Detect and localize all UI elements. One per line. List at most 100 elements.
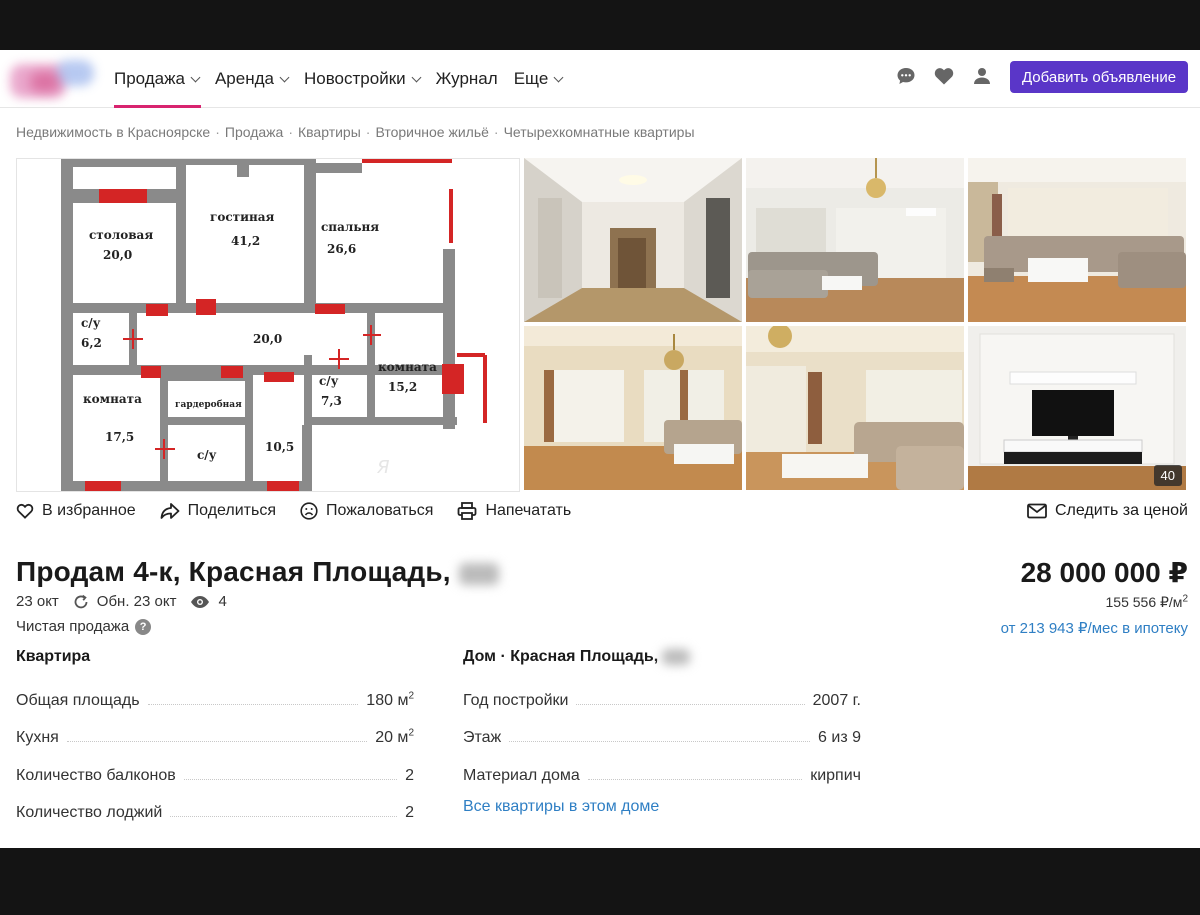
spec-row: Количество балконов 2 [16,747,414,785]
room-label: комната [83,392,142,406]
print-button[interactable]: Напечатать [457,502,571,520]
room-label: с/у [319,374,339,388]
room-area: 20,0 [103,248,132,262]
add-listing-button[interactable]: Добавить объявление [1010,61,1188,93]
chevron-down-icon [411,72,422,82]
spec-label: Этаж [463,729,502,746]
floorplan-image[interactable]: столовая 20,0 гостиная 41,2 спальня 26,6… [16,158,520,492]
follow-price-button[interactable]: Следить за ценой [1027,502,1188,520]
listing-title-text: Продам 4-к, Красная Площадь, [16,556,451,587]
spec-row: Год постройки 2007 г. [463,672,861,710]
printer-icon [458,502,477,520]
breadcrumb-item[interactable]: Вторичное жильё [375,124,488,140]
room-label: гардеробная [175,399,242,410]
bottom-letterbox [0,848,1200,915]
spec-label: Материал дома [463,766,580,784]
photo-thumbnail-tv[interactable]: 40 [968,326,1186,490]
report-button[interactable]: Пожаловаться [300,502,433,520]
listing-page: Продажа Аренда Новостройки Журнал Еще До… [0,50,1200,848]
share-button[interactable]: Поделиться [160,502,276,520]
heart-icon[interactable] [934,66,954,86]
spec-value: кирпич [810,766,861,784]
photo-gallery: столовая 20,0 гостиная 41,2 спальня 26,6… [16,158,1188,492]
room-area: 7,3 [321,394,342,408]
chevron-down-icon [553,72,564,82]
photo-thumbnail-hall[interactable] [524,326,742,490]
breadcrumb-item[interactable]: Четырехкомнатные квартиры [504,124,695,140]
room-area: 15,2 [388,380,417,394]
house-specs: Дом · Красная Площадь, Год постройки 2007… [463,648,861,816]
follow-price-label: Следить за ценой [1054,502,1188,519]
redacted-house-address [662,648,691,665]
room-label: спальня [321,220,379,234]
heart-outline-icon [16,503,34,519]
spec-label: Количество балконов [16,766,176,784]
room-area: 20,0 [253,332,282,346]
share-label: Поделиться [187,502,276,519]
user-icon[interactable] [972,66,992,86]
spec-value: 20 м2 [375,727,414,746]
spec-label: Общая площадь [16,691,140,709]
redacted-address [458,562,499,585]
site-logo[interactable] [10,58,102,102]
photo-thumbnail-living-room[interactable] [746,158,964,322]
spec-value: 180 м2 [366,690,414,709]
nav-sale[interactable]: Продажа [114,50,201,108]
favorite-label: В избранное [42,502,136,519]
room-label: комната [378,360,437,374]
share-icon [160,503,180,519]
house-specs-title: Дом · Красная Площадь, [463,648,861,672]
spec-row: Кухня 20 м2 [16,710,414,748]
room-area: 10,5 [265,440,294,454]
spec-value: 2 [405,766,414,784]
chevron-down-icon [190,72,201,82]
top-letterbox [0,0,1200,50]
spec-value: 2007 г. [812,691,861,709]
room-label: с/у [197,448,217,462]
nav-rent[interactable]: Аренда [214,50,290,108]
chat-icon[interactable] [896,66,916,86]
room-area: 26,6 [327,242,356,256]
room-area: 17,5 [105,430,134,444]
nav-more[interactable]: Еще [513,50,564,108]
breadcrumb-item[interactable]: Недвижимость в Красноярске [16,124,210,140]
nav-more-label: Еще [513,69,549,88]
breadcrumb-item[interactable]: Квартиры [298,124,361,140]
nav-rent-label: Аренда [214,69,274,88]
photo-thumbnail-lounge[interactable] [746,326,964,490]
room-label: гостиная [210,210,275,224]
listing-title: Продам 4-к, Красная Площадь, [16,556,499,588]
listing-actions: В избранное Поделиться Пожаловаться Напе… [16,502,571,520]
help-icon[interactable]: ? [135,618,152,635]
nav-new-buildings[interactable]: Новостройки [304,50,422,108]
header-icons [896,66,992,86]
photo-thumbnail-sofa[interactable] [968,158,1186,322]
spec-row: Материал дома кирпич [463,747,861,785]
photo-thumbnail-hallway[interactable] [524,158,742,322]
apartment-specs: Квартира Общая площадь 180 м2 Кухня 20 м2 … [16,648,414,822]
price-per-m2: 155 556 ₽/м2 [1105,593,1188,610]
envelope-icon [1027,503,1047,519]
photo-count-badge[interactable]: 40 [1153,465,1182,486]
mortgage-link[interactable]: от 213 943 ₽/мес в ипотеку [1001,619,1188,637]
refresh-icon [74,594,88,608]
print-label: Напечатать [485,502,572,519]
spec-value: 6 из 9 [818,729,861,746]
nav-journal[interactable]: Журнал [436,50,498,108]
spec-label: Год постройки [463,691,569,709]
floorplan-drawing: столовая 20,0 гостиная 41,2 спальня 26,6… [61,159,487,491]
breadcrumb: Недвижимость в Красноярске · Продажа · Кварт… [16,124,695,140]
spec-label: Кухня [16,729,59,746]
favorite-button[interactable]: В избранное [16,502,136,520]
spec-label: Количество лоджий [16,804,163,821]
svg-text:Я: Я [376,457,390,478]
room-label: столовая [89,228,153,242]
spec-row: Этаж 6 из 9 [463,710,861,748]
house-specs-title-text: Дом · Красная Площадь, [463,648,659,665]
spec-value: 2 [405,804,414,821]
sad-face-icon [300,502,318,520]
eye-icon [191,595,210,608]
all-apartments-in-house-link[interactable]: Все квартиры в этом доме [463,798,861,816]
spec-row: Количество лоджий 2 [16,785,414,823]
breadcrumb-item[interactable]: Продажа [225,124,283,140]
